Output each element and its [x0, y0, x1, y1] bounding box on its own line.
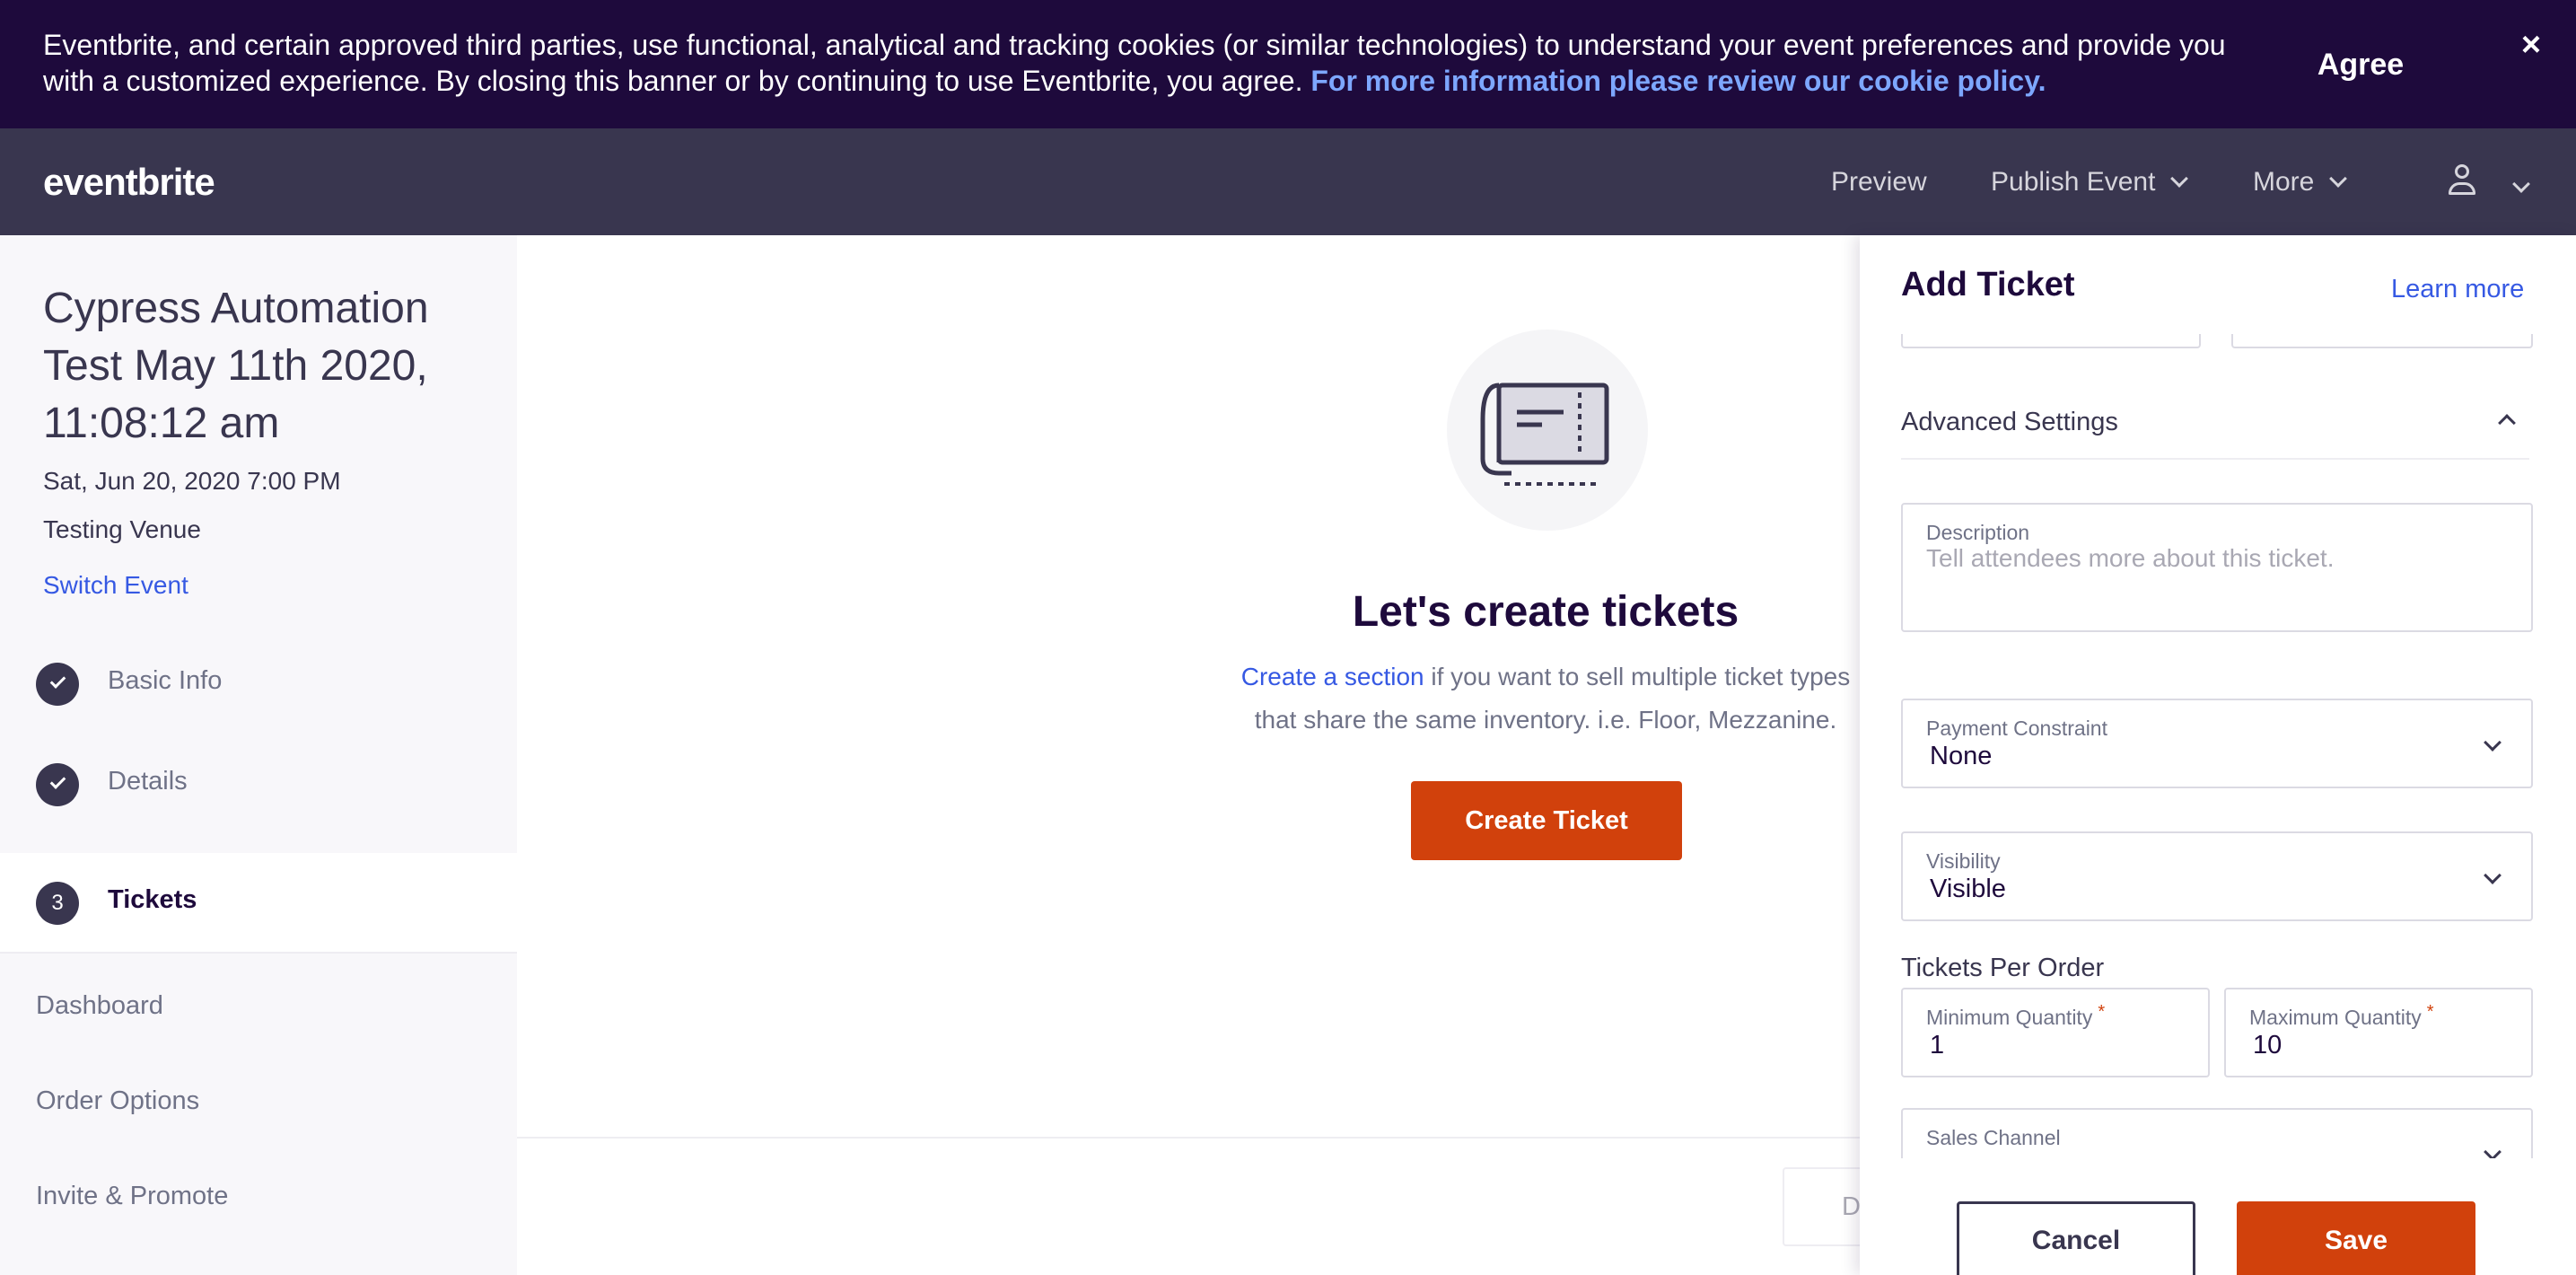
description-label: Description — [1926, 521, 2030, 544]
checkmark-icon — [36, 663, 79, 706]
payment-constraint-value: None — [1930, 742, 1993, 770]
step-label: Tickets — [108, 885, 197, 914]
sidebar-item-order-options[interactable]: Order Options — [36, 1086, 199, 1116]
description-field[interactable]: Description Tell attendees more about th… — [1901, 503, 2533, 632]
required-mark: * — [2098, 1002, 2106, 1022]
payment-constraint-select[interactable]: Payment Constraint None — [1901, 699, 2533, 788]
cookie-banner: Eventbrite, and certain approved third p… — [0, 0, 2576, 128]
create-ticket-button[interactable]: Create Ticket — [1411, 781, 1682, 860]
minimum-quantity-field[interactable]: Minimum Quantity * 1 — [1901, 988, 2210, 1077]
sidebar-step-details[interactable]: Details — [0, 734, 517, 835]
description-line-2: that share the same inventory. i.e. Floo… — [1254, 706, 1837, 734]
tickets-per-order-heading: Tickets Per Order — [1901, 954, 2105, 982]
partial-field[interactable] — [2231, 334, 2533, 348]
panel-scroll-area[interactable]: Advanced Settings Description Tell atten… — [1860, 334, 2576, 1158]
chevron-down-icon — [2484, 1143, 2502, 1158]
user-icon[interactable] — [2447, 164, 2477, 197]
more-label: More — [2253, 167, 2315, 197]
sales-channel-select[interactable]: Sales Channel — [1901, 1108, 2533, 1158]
sales-channel-label: Sales Channel — [1926, 1126, 2061, 1149]
user-menu-toggle[interactable] — [2512, 170, 2530, 206]
cancel-button[interactable]: Cancel — [1957, 1201, 2195, 1275]
chevron-down-icon — [2512, 175, 2530, 193]
switch-event-link[interactable]: Switch Event — [43, 571, 188, 600]
more-menu[interactable]: More — [2253, 164, 2348, 200]
description-placeholder: Tell attendees more about this ticket. — [1926, 544, 2335, 572]
sidebar-item-dashboard[interactable]: Dashboard — [36, 991, 163, 1021]
create-section-link[interactable]: Create a section — [1241, 663, 1424, 690]
save-button[interactable]: Save — [2237, 1201, 2475, 1275]
advanced-settings-label: Advanced Settings — [1901, 408, 2118, 436]
publish-event-menu[interactable]: Publish Event — [1991, 164, 2189, 200]
panel-title: Add Ticket — [1901, 266, 2075, 303]
chevron-down-icon — [2484, 734, 2502, 752]
maximum-quantity-field[interactable]: Maximum Quantity * 10 — [2224, 988, 2533, 1077]
step-number-badge: 3 — [36, 882, 79, 925]
publish-event-label: Publish Event — [1991, 167, 2156, 197]
visibility-select[interactable]: Visibility Visible — [1901, 831, 2533, 921]
maximum-quantity-label: Maximum Quantity * — [2249, 1002, 2434, 1030]
learn-more-link[interactable]: Learn more — [2391, 275, 2524, 304]
visibility-label: Visibility — [1926, 849, 2001, 873]
checkmark-icon — [36, 763, 79, 806]
minimum-quantity-label: Minimum Quantity * — [1926, 1002, 2105, 1030]
event-venue: Testing Venue — [43, 515, 201, 543]
sidebar-step-basic-info[interactable]: Basic Info — [0, 634, 517, 734]
user-icon-head — [2455, 164, 2469, 179]
agree-button[interactable]: Agree — [2280, 41, 2441, 88]
ticket-illustration — [1447, 330, 1648, 531]
chevron-down-icon — [2484, 866, 2502, 884]
maximum-quantity-value: 10 — [2253, 1031, 2282, 1060]
ticket-icon — [1480, 382, 1609, 486]
chevron-down-icon — [2329, 170, 2348, 188]
close-icon[interactable]: × — [2513, 27, 2549, 63]
minimum-quantity-value: 1 — [1930, 1031, 1945, 1060]
payment-constraint-label: Payment Constraint — [1926, 717, 2107, 740]
preview-link[interactable]: Preview — [1831, 164, 1927, 200]
eventbrite-logo[interactable]: eventbrite — [43, 161, 215, 204]
minimum-quantity-text: Minimum Quantity — [1926, 1006, 2093, 1029]
step-label: Basic Info — [108, 666, 223, 695]
sidebar: Cypress Automation Test May 11th 2020, 1… — [0, 235, 517, 1275]
event-title: Cypress Automation Test May 11th 2020, 1… — [43, 285, 429, 447]
user-icon-body — [2449, 182, 2475, 195]
add-ticket-panel: Add Ticket Learn more Advanced Settings … — [1860, 235, 2576, 1275]
sidebar-item-invite-promote[interactable]: Invite & Promote — [36, 1182, 228, 1211]
preview-label: Preview — [1831, 167, 1927, 197]
step-label: Details — [108, 767, 188, 796]
partial-field[interactable] — [1901, 334, 2201, 348]
cookie-banner-text: Eventbrite, and certain approved third p… — [43, 27, 2233, 99]
maximum-quantity-text: Maximum Quantity — [2249, 1006, 2422, 1029]
cookie-policy-link[interactable]: For more information please review our c… — [1310, 65, 2046, 97]
main-content — [517, 235, 1860, 1275]
required-mark: * — [2426, 1002, 2434, 1022]
description-line-1: if you want to sell multiple ticket type… — [1424, 663, 1851, 690]
event-date: Sat, Jun 20, 2020 7:00 PM — [43, 467, 341, 495]
chevron-up-icon — [2498, 414, 2516, 432]
main-divider — [517, 1137, 1860, 1139]
advanced-settings-toggle[interactable]: Advanced Settings — [1901, 397, 2529, 460]
top-nav: eventbrite Preview Publish Event More — [0, 128, 2576, 235]
visibility-value: Visible — [1930, 875, 2006, 903]
chevron-down-icon — [2170, 170, 2189, 188]
sidebar-step-tickets[interactable]: 3 Tickets — [0, 853, 517, 954]
panel-footer: Cancel Save — [1860, 1158, 2576, 1275]
